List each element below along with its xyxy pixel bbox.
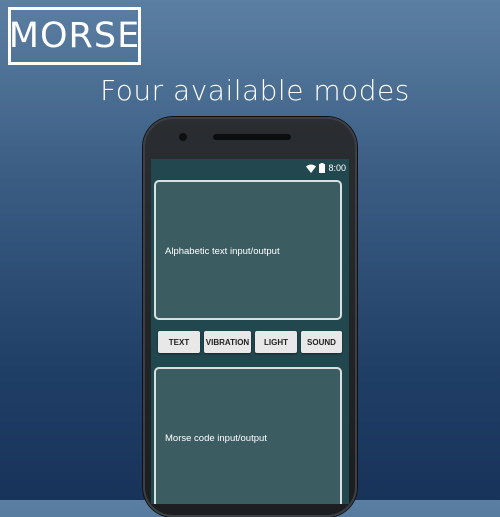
morse-panel[interactable]: Morse code input/output — [154, 367, 342, 504]
morse-panel-label: Morse code input/output — [165, 433, 267, 444]
mode-buttons: TEXT VIBRATION LIGHT SOUND — [158, 331, 342, 353]
sound-mode-button[interactable]: SOUND — [301, 331, 342, 353]
status-bar: 8:00 — [151, 159, 349, 177]
headline: Four available modes — [100, 74, 410, 107]
speaker-grille — [213, 134, 291, 140]
status-icons: 8:00 — [306, 161, 346, 175]
app-screen: 8:00 Alphabetic text input/output TEXT V… — [151, 159, 349, 504]
wifi-icon — [306, 164, 317, 173]
light-mode-button[interactable]: LIGHT — [255, 331, 297, 353]
text-panel[interactable]: Alphabetic text input/output — [154, 180, 342, 320]
logo-text: MORSE — [8, 16, 141, 56]
vibration-mode-button[interactable]: VIBRATION — [204, 331, 251, 353]
text-panel-label: Alphabetic text input/output — [165, 246, 280, 257]
camera-icon — [179, 133, 187, 141]
morse-logo: MORSE — [8, 7, 141, 65]
text-mode-button[interactable]: TEXT — [158, 331, 200, 353]
battery-icon — [319, 163, 326, 173]
status-time: 8:00 — [328, 163, 346, 173]
